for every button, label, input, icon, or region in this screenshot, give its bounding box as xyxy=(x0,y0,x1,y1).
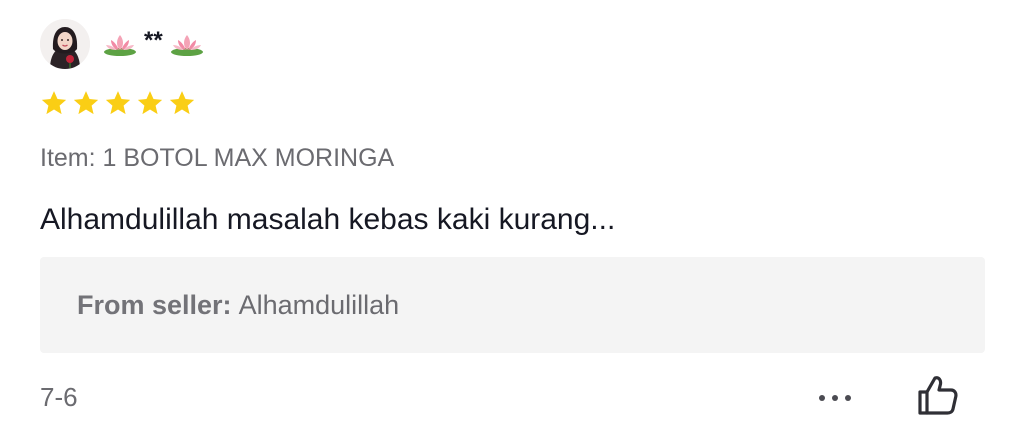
review-date: 7-6 xyxy=(40,382,78,412)
thumbs-up-icon xyxy=(918,376,958,415)
star-icon xyxy=(169,91,195,115)
more-dot xyxy=(845,395,851,401)
like-button[interactable] xyxy=(912,370,964,422)
star-icon xyxy=(137,91,163,115)
star-icon xyxy=(73,91,99,115)
reviewer-name[interactable]: ** xyxy=(102,27,205,57)
reviewer-name-text: ** xyxy=(144,27,163,54)
seller-reply: From seller: Alhamdulillah xyxy=(40,257,985,353)
reviewer-row: ** xyxy=(40,16,205,72)
more-options-button[interactable] xyxy=(812,384,858,412)
lotus-icon xyxy=(104,35,136,56)
review-text[interactable]: Alhamdulillah masalah kebas kaki kurang.… xyxy=(40,200,615,240)
lotus-icon xyxy=(170,35,203,56)
item-variant: Item: 1 BOTOL MAX MORINGA xyxy=(40,144,395,172)
seller-reply-text: Alhamdulillah xyxy=(238,289,400,320)
more-horizontal-icon xyxy=(819,395,825,401)
star-icon xyxy=(105,91,131,115)
star-icon xyxy=(41,91,67,115)
seller-reply-label: From seller: xyxy=(77,289,232,320)
review-card: ** Item: 1 BOTOL MAX MORINGA Alhamdulill… xyxy=(0,0,1024,437)
avatar[interactable] xyxy=(40,19,90,69)
more-dot xyxy=(832,395,838,401)
star-rating xyxy=(40,89,196,119)
